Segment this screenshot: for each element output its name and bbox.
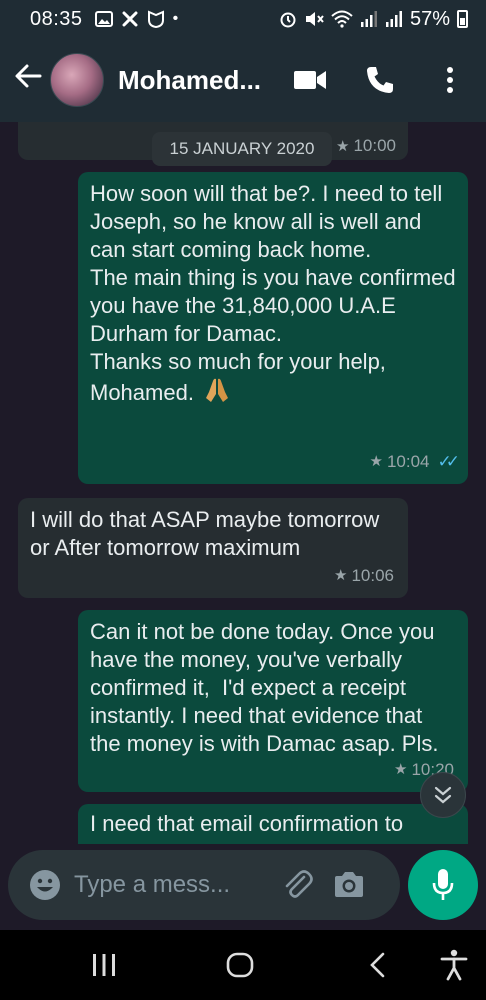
- recent-apps-icon: [93, 954, 115, 976]
- voice-call-button[interactable]: [360, 60, 400, 100]
- contact-avatar[interactable]: [50, 53, 104, 107]
- status-notification-icons: •: [94, 10, 179, 28]
- mute-icon: [305, 12, 324, 26]
- star-icon: ★: [334, 567, 348, 584]
- message-time: 10:06: [351, 566, 394, 585]
- video-call-icon: [294, 71, 326, 89]
- system-navigation-bar: [0, 930, 486, 1000]
- incoming-message[interactable]: I will do that ASAP maybe tomorrow or Af…: [18, 498, 408, 598]
- emoji-icon[interactable]: [28, 868, 62, 902]
- scroll-to-bottom-button[interactable]: [420, 772, 466, 818]
- more-options-button[interactable]: [430, 60, 470, 100]
- status-bar: 08:35 • 57%: [0, 0, 486, 38]
- gallery-notification-icon: [94, 11, 113, 27]
- back-arrow-icon: [15, 64, 42, 88]
- tools-notification-icon: [122, 11, 138, 27]
- outgoing-message-partial[interactable]: I need that email confirmation to: [78, 804, 468, 844]
- status-dot: •: [172, 10, 179, 27]
- message-text: How soon will that be?. I need to tell J…: [90, 181, 456, 405]
- home-icon: [226, 952, 254, 978]
- battery-icon: [457, 10, 468, 28]
- back-button[interactable]: [8, 62, 48, 98]
- status-time: 08:35: [30, 7, 83, 30]
- message-text: I will do that ASAP maybe tomorrow or Af…: [30, 507, 386, 560]
- wifi-icon: [331, 10, 353, 28]
- folded-hands-icon: [204, 376, 230, 404]
- accessibility-icon: [440, 949, 468, 981]
- microphone-icon: [432, 869, 454, 900]
- chat-area[interactable]: 15 JANUARY 2020 ★ 10:00 How soon will th…: [0, 122, 486, 844]
- chat-header: Mohamed...: [0, 38, 486, 122]
- star-icon: ★: [369, 453, 383, 470]
- more-vert-icon: [447, 67, 453, 93]
- message-input[interactable]: [74, 871, 264, 899]
- signal-icon-1: [360, 11, 377, 27]
- star-icon: ★: [336, 138, 350, 155]
- home-button[interactable]: [222, 948, 258, 982]
- voice-message-button[interactable]: [408, 850, 478, 920]
- recent-apps-button[interactable]: [86, 950, 122, 980]
- message-time: 10:00: [353, 136, 396, 155]
- back-chevron-icon: [370, 952, 385, 978]
- star-icon: ★: [394, 761, 408, 778]
- read-ticks-icon: ✓✓: [437, 452, 460, 471]
- battery-percent: 57%: [409, 7, 450, 30]
- message-text: Can it not be done today. Once you have …: [90, 619, 441, 756]
- accessibility-button[interactable]: [436, 948, 472, 982]
- message-time: 10:04: [386, 452, 430, 471]
- attach-icon[interactable]: [280, 868, 314, 902]
- message-meta: ★ 10:00: [336, 136, 396, 156]
- alarm-icon: [280, 12, 296, 28]
- message-meta: ★ 10:04 ✓✓: [369, 448, 460, 476]
- message-text: I need that email confirmation to: [90, 811, 404, 836]
- outgoing-message[interactable]: How soon will that be?. I need to tell J…: [78, 172, 468, 484]
- status-system-icons: 57%: [279, 8, 468, 31]
- shield-notification-icon: [147, 10, 164, 28]
- back-nav-button[interactable]: [360, 950, 396, 980]
- double-chevron-down-icon: [434, 786, 452, 804]
- signal-icon-2: [385, 11, 402, 27]
- video-call-button[interactable]: [290, 60, 330, 100]
- outgoing-message[interactable]: Can it not be done today. Once you have …: [78, 610, 468, 792]
- camera-icon[interactable]: [332, 868, 366, 902]
- message-composer: [8, 850, 400, 920]
- contact-name[interactable]: Mohamed...: [118, 65, 278, 96]
- phone-icon: [367, 67, 393, 93]
- date-chip: 15 JANUARY 2020: [152, 132, 332, 166]
- message-meta: ★ 10:06: [334, 562, 394, 590]
